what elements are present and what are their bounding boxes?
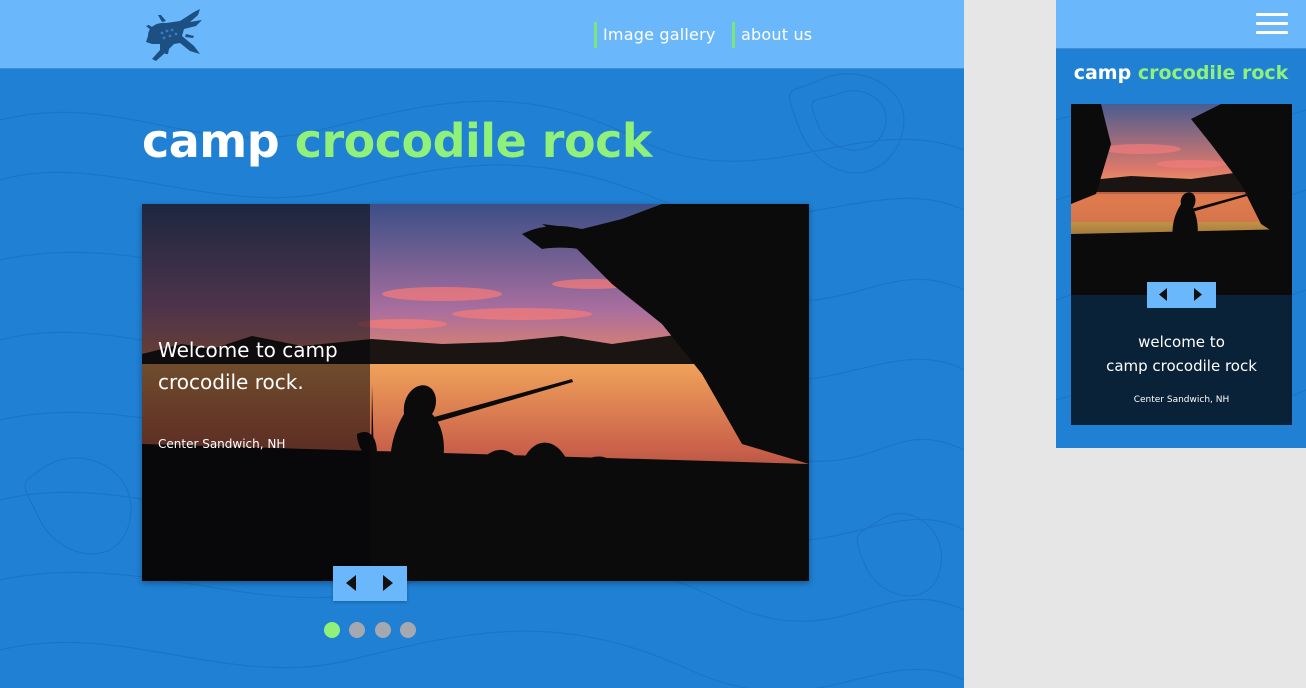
caret-left-icon <box>1159 288 1167 301</box>
site-header: Image gallery about us <box>0 0 964 69</box>
hero-carousel: Welcome to camp crocodile rock. Center S… <box>142 204 809 581</box>
carousel-dot-2[interactable] <box>349 622 365 638</box>
mobile-header <box>1056 0 1306 49</box>
mobile-mockup: camp crocodile rock welcome to camp croc… <box>1056 0 1306 448</box>
carousel-prev-button[interactable] <box>333 566 370 601</box>
nav-about-us-link[interactable]: about us <box>732 22 812 48</box>
mobile-carousel-arrow-controls <box>1147 282 1216 308</box>
nav-image-gallery-link[interactable]: Image gallery <box>594 22 716 48</box>
carousel-arrow-controls <box>333 566 407 601</box>
hamburger-menu-icon[interactable] <box>1256 13 1288 35</box>
mobile-welcome-text: welcome to camp crocodile rock <box>1071 330 1292 378</box>
carousel-dot-1[interactable] <box>324 622 340 638</box>
hero-location-text: Center Sandwich, NH <box>158 437 286 451</box>
mobile-welcome-line-1: welcome to <box>1138 333 1225 351</box>
mobile-carousel-next-button[interactable] <box>1182 282 1216 308</box>
caret-left-icon <box>346 575 356 591</box>
mobile-title-word-camp: camp <box>1073 62 1132 84</box>
title-word-camp: camp <box>142 114 280 168</box>
desktop-mockup: Image gallery about us camp crocodile ro… <box>0 0 964 688</box>
title-word-crocodile-rock: crocodile rock <box>294 114 653 168</box>
carousel-dot-4[interactable] <box>400 622 416 638</box>
crocodile-logo-icon[interactable] <box>140 6 206 64</box>
page-title: camp crocodile rock <box>142 114 652 168</box>
hero-welcome-text: Welcome to camp crocodile rock. <box>158 338 338 394</box>
mobile-page-title: camp crocodile rock <box>1056 62 1306 84</box>
mobile-title-word-crocodile-rock: crocodile rock <box>1137 62 1289 84</box>
mobile-hero-image <box>1071 104 1292 295</box>
caret-right-icon <box>1194 288 1202 301</box>
caret-right-icon <box>383 575 393 591</box>
mobile-hero-card: welcome to camp crocodile rock Center Sa… <box>1071 104 1292 425</box>
hero-text-overlay: Welcome to camp crocodile rock. Center S… <box>142 204 370 581</box>
carousel-next-button[interactable] <box>370 566 407 601</box>
mobile-location-text: Center Sandwich, NH <box>1133 395 1230 405</box>
carousel-dot-3[interactable] <box>375 622 391 638</box>
mobile-welcome-line-2: camp crocodile rock <box>1106 357 1257 375</box>
mobile-carousel-prev-button[interactable] <box>1147 282 1181 308</box>
